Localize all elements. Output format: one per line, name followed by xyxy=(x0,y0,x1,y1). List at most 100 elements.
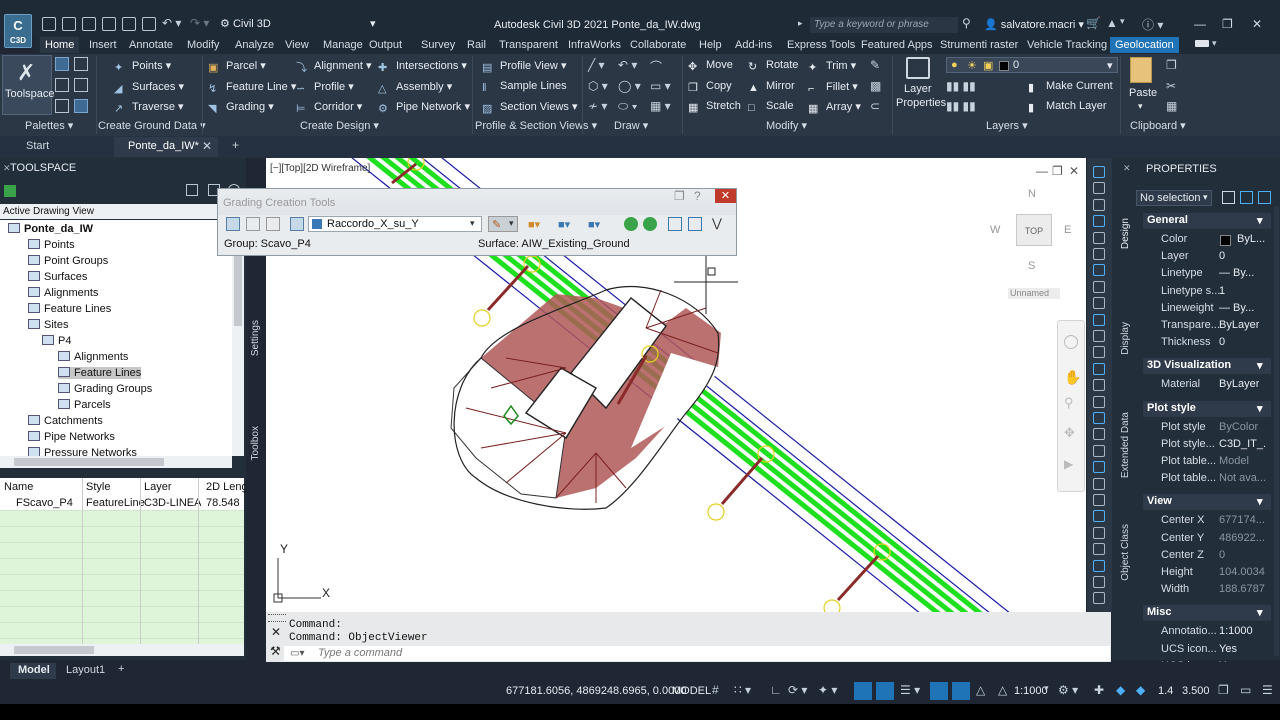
search-expand-icon[interactable]: ▸ xyxy=(798,18,803,29)
table-row[interactable] xyxy=(0,527,244,543)
table-row[interactable] xyxy=(0,543,244,559)
trim-button[interactable]: ✦ Trim ▾ xyxy=(808,59,856,74)
object-class-side-tab[interactable]: Object Class xyxy=(1120,524,1131,581)
model-space-toggle[interactable]: MODEL xyxy=(672,685,711,697)
palette-tool-icon[interactable] xyxy=(1093,182,1105,195)
tab-modify[interactable]: Modify xyxy=(182,37,224,53)
cut-icon[interactable]: ✂ xyxy=(1166,79,1176,93)
prospector-icon[interactable] xyxy=(55,57,69,71)
panel-palettes[interactable]: Palettes ▾ xyxy=(25,119,73,132)
settings-side-tab[interactable]: Settings xyxy=(250,320,261,356)
toolbox-side-tab[interactable]: Toolbox xyxy=(250,426,261,460)
new-tab-icon[interactable]: + xyxy=(232,138,239,152)
traverse-button[interactable]: ↗ Traverse ▾ xyxy=(114,100,184,115)
column-header[interactable]: Name xyxy=(4,481,33,493)
tree-node[interactable]: P4 xyxy=(42,335,71,347)
alignment-button[interactable]: ⤵ Alignment ▾ xyxy=(296,59,372,74)
search-icon[interactable]: ⚲ xyxy=(962,16,971,30)
save-icon[interactable] xyxy=(82,17,96,31)
property-value[interactable]: 1 xyxy=(1219,285,1225,297)
tree-node[interactable]: Feature Lines xyxy=(58,367,142,379)
close-tab-icon[interactable]: ✕ xyxy=(202,139,212,153)
palette-tool-icon[interactable] xyxy=(1093,346,1105,359)
ellipse-icon[interactable]: ⬭ ▾ xyxy=(618,99,637,114)
palette-tool-icon[interactable] xyxy=(1093,231,1105,244)
ucs-dropdown[interactable]: Unnamed xyxy=(1008,288,1060,299)
create-infill-icon[interactable] xyxy=(624,217,638,231)
table-row[interactable] xyxy=(0,559,244,575)
toolbox-icon[interactable] xyxy=(74,78,88,92)
property-section-header[interactable]: View ▾ xyxy=(1143,494,1271,511)
ortho-icon[interactable]: ∟ xyxy=(770,683,782,697)
model-tab[interactable]: Model xyxy=(10,663,56,679)
toolspace-button[interactable]: ✗ Toolspace xyxy=(2,55,55,115)
palette-tool-icon[interactable] xyxy=(1093,297,1105,310)
cart-icon[interactable]: 🛒 xyxy=(1086,16,1101,30)
customize-icon[interactable]: ☰ xyxy=(1262,683,1273,697)
exchange-chevron-icon[interactable]: ▾ xyxy=(1120,16,1125,27)
feature-line-button[interactable]: ↯ Feature Line ▾ xyxy=(208,80,296,95)
ribbon-toggle-chevron-icon[interactable]: ▾ xyxy=(1212,38,1217,49)
set-layer-icon[interactable] xyxy=(266,217,280,231)
pipe-network-button[interactable]: ⚙ Pipe Network ▾ xyxy=(378,100,470,115)
plus-icon[interactable]: ✚ xyxy=(1094,683,1104,697)
tree-node[interactable]: Surfaces xyxy=(28,271,87,283)
tab-output[interactable]: Output xyxy=(364,37,407,53)
create-grading-button[interactable]: ✎ ▾ xyxy=(488,216,518,232)
hatch-icon[interactable]: ▦ ▾ xyxy=(650,99,671,113)
rotate-button[interactable]: ↻ Rotate xyxy=(748,59,798,73)
criteria-dropdown[interactable]: Raccordo_X_su_Y xyxy=(308,216,482,232)
hardware-accel-icon[interactable]: ◆ xyxy=(1136,683,1145,697)
maximize-button[interactable]: ❐ xyxy=(1222,17,1233,31)
tab-transparent[interactable]: Transparent xyxy=(494,37,563,53)
tab-home[interactable]: Home xyxy=(40,37,80,53)
tree-node[interactable]: Alignments xyxy=(58,351,128,363)
mirror-button[interactable]: ▲ Mirror xyxy=(748,80,795,94)
palette-tool-icon[interactable] xyxy=(1093,362,1105,375)
tab-add-ins[interactable]: Add-ins xyxy=(730,37,777,53)
scale-chevron-icon[interactable]: ▾ xyxy=(1044,683,1049,694)
parcel-button[interactable]: ▣ Parcel ▾ xyxy=(208,59,266,74)
tab-express-tools[interactable]: Express Tools xyxy=(782,37,860,53)
tree-node[interactable]: Point Groups xyxy=(28,255,108,267)
offset-icon[interactable]: ⊂ xyxy=(870,99,880,113)
active-drawing-view-dropdown[interactable]: Active Drawing View xyxy=(0,204,246,219)
points-button[interactable]: ✦ Points ▾ xyxy=(114,59,171,74)
palette-tool-icon[interactable] xyxy=(1093,248,1105,260)
design-side-tab[interactable]: Design xyxy=(1120,218,1131,249)
save-as-icon[interactable] xyxy=(102,17,116,31)
fillet-button[interactable]: ⌐ Fillet ▾ xyxy=(808,80,858,95)
app-menu-button[interactable]: C C3D xyxy=(4,14,32,48)
stretch-button[interactable]: ▦ Stretch xyxy=(688,100,741,114)
palette-tool-icon[interactable] xyxy=(1093,412,1105,424)
property-value[interactable]: ByL... xyxy=(1237,233,1265,245)
property-value[interactable]: 1:1000 xyxy=(1219,625,1253,637)
pan-icon[interactable]: ✋ xyxy=(1064,369,1081,386)
steeringwheel-icon[interactable] xyxy=(1064,335,1078,349)
property-value[interactable]: — By... xyxy=(1219,267,1254,279)
zoom-icon[interactable]: ⚲ xyxy=(1064,395,1074,411)
tree-node[interactable]: Grading Groups xyxy=(58,383,152,395)
web-mobile-icon[interactable] xyxy=(122,17,136,31)
sample-lines-button[interactable]: ‖ Sample Lines xyxy=(482,80,567,94)
polar-icon[interactable]: ⟳ ▾ xyxy=(788,683,807,697)
volume-tools-icon[interactable]: ■▾ xyxy=(588,218,600,231)
select-objects-icon[interactable] xyxy=(1240,191,1253,204)
panel-modify[interactable]: Modify ▾ xyxy=(766,119,807,132)
viewcube-east[interactable]: E xyxy=(1064,224,1071,236)
tree-node[interactable]: Pipe Networks xyxy=(28,431,115,443)
move-button[interactable]: ✥ Move xyxy=(688,59,733,73)
rectangle-icon[interactable]: ▭ ▾ xyxy=(650,79,671,93)
palette-tool-icon[interactable] xyxy=(1093,592,1105,605)
palette-tool-icon[interactable] xyxy=(1093,461,1105,474)
property-section-header[interactable]: Plot style ▾ xyxy=(1143,400,1271,417)
start-tab[interactable]: Start xyxy=(26,140,49,152)
panel-draw[interactable]: Draw ▾ xyxy=(614,119,648,132)
property-section-header[interactable]: General ▾ xyxy=(1143,213,1271,229)
line-icon[interactable]: ╱ ▾ xyxy=(588,58,605,72)
grid-icon[interactable]: # xyxy=(712,683,719,697)
select-grading-icon[interactable] xyxy=(688,217,702,231)
column-header[interactable]: 2D Leng xyxy=(206,481,248,493)
palette-tool-icon[interactable] xyxy=(1093,428,1105,441)
spline-icon[interactable]: ≁ ▾ xyxy=(588,99,607,113)
